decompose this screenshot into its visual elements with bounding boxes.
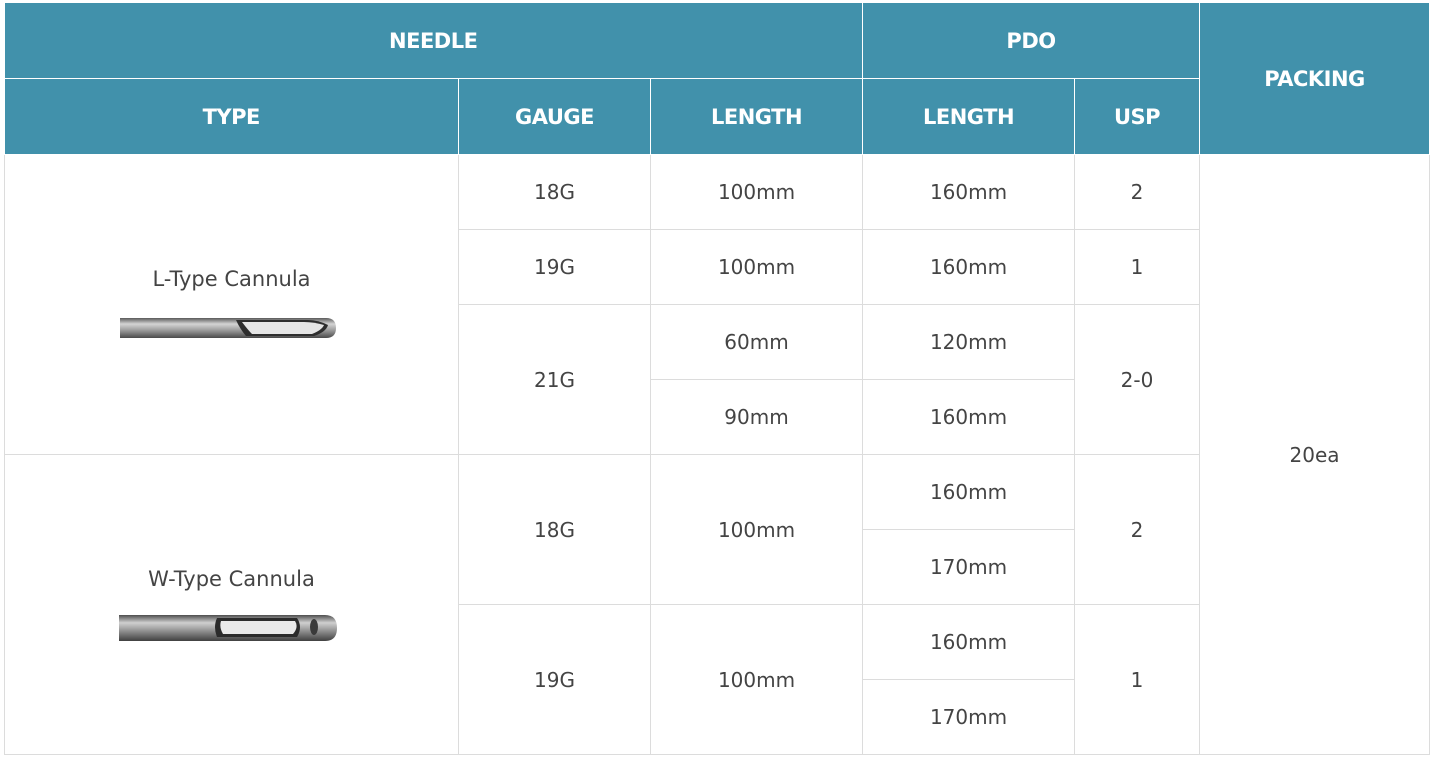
gauge-cell: 21G xyxy=(458,304,651,455)
header-row-top: NEEDLE PDO PACKING xyxy=(4,3,1431,155)
gauge-cell: 19G xyxy=(458,604,651,755)
pdo-length-cell: 160mm xyxy=(862,154,1076,230)
needle-length-cell: 90mm xyxy=(649,379,864,455)
needle-length-cell: 100mm xyxy=(649,154,864,230)
usp-cell: 1 xyxy=(1074,604,1201,755)
type-header: TYPE xyxy=(4,78,459,155)
gauge-cell: 19G xyxy=(458,229,651,305)
needle-header: NEEDLE xyxy=(4,3,864,79)
usp-header: USP xyxy=(1074,78,1201,155)
type-cell-w: W-Type Cannula xyxy=(4,454,459,755)
usp-cell: 2 xyxy=(1074,154,1201,230)
packing-header: PACKING xyxy=(1199,3,1431,155)
type-label-w: W-Type Cannula xyxy=(148,566,315,591)
pdo-length-cell: 160mm xyxy=(862,379,1076,455)
needle-length-header: LENGTH xyxy=(649,78,864,155)
usp-cell: 2-0 xyxy=(1074,304,1201,455)
needle-length-cell: 100mm xyxy=(649,604,864,755)
l-type-cannula-icon xyxy=(119,317,336,338)
gauge-cell: 18G xyxy=(458,154,651,230)
gauge-header: GAUGE xyxy=(458,78,651,155)
product-spec-table: NEEDLE PDO PACKING TYPE GAUGE LENGTH LEN… xyxy=(4,3,1431,755)
type-label-l: L-Type Cannula xyxy=(152,266,311,291)
pdo-header: PDO xyxy=(862,3,1201,79)
packing-cell: 20ea xyxy=(1199,154,1431,755)
pdo-length-cell: 120mm xyxy=(862,304,1076,380)
pdo-length-cell: 160mm xyxy=(862,229,1076,305)
usp-cell: 1 xyxy=(1074,229,1201,305)
table-row: L-Type Cannula 18G 100mm 160mm 2 20ea xyxy=(4,154,1431,755)
type-cell-l: L-Type Cannula xyxy=(4,154,459,455)
pdo-length-cell: 170mm xyxy=(862,679,1076,755)
w-type-cannula-icon xyxy=(118,614,337,641)
pdo-length-header: LENGTH xyxy=(862,78,1076,155)
needle-length-cell: 100mm xyxy=(649,454,864,605)
pdo-length-cell: 160mm xyxy=(862,454,1076,530)
needle-length-cell: 100mm xyxy=(649,229,864,305)
pdo-length-cell: 170mm xyxy=(862,529,1076,605)
usp-cell: 2 xyxy=(1074,454,1201,605)
needle-length-cell: 60mm xyxy=(649,304,864,380)
gauge-cell: 18G xyxy=(458,454,651,605)
pdo-length-cell: 160mm xyxy=(862,604,1076,680)
